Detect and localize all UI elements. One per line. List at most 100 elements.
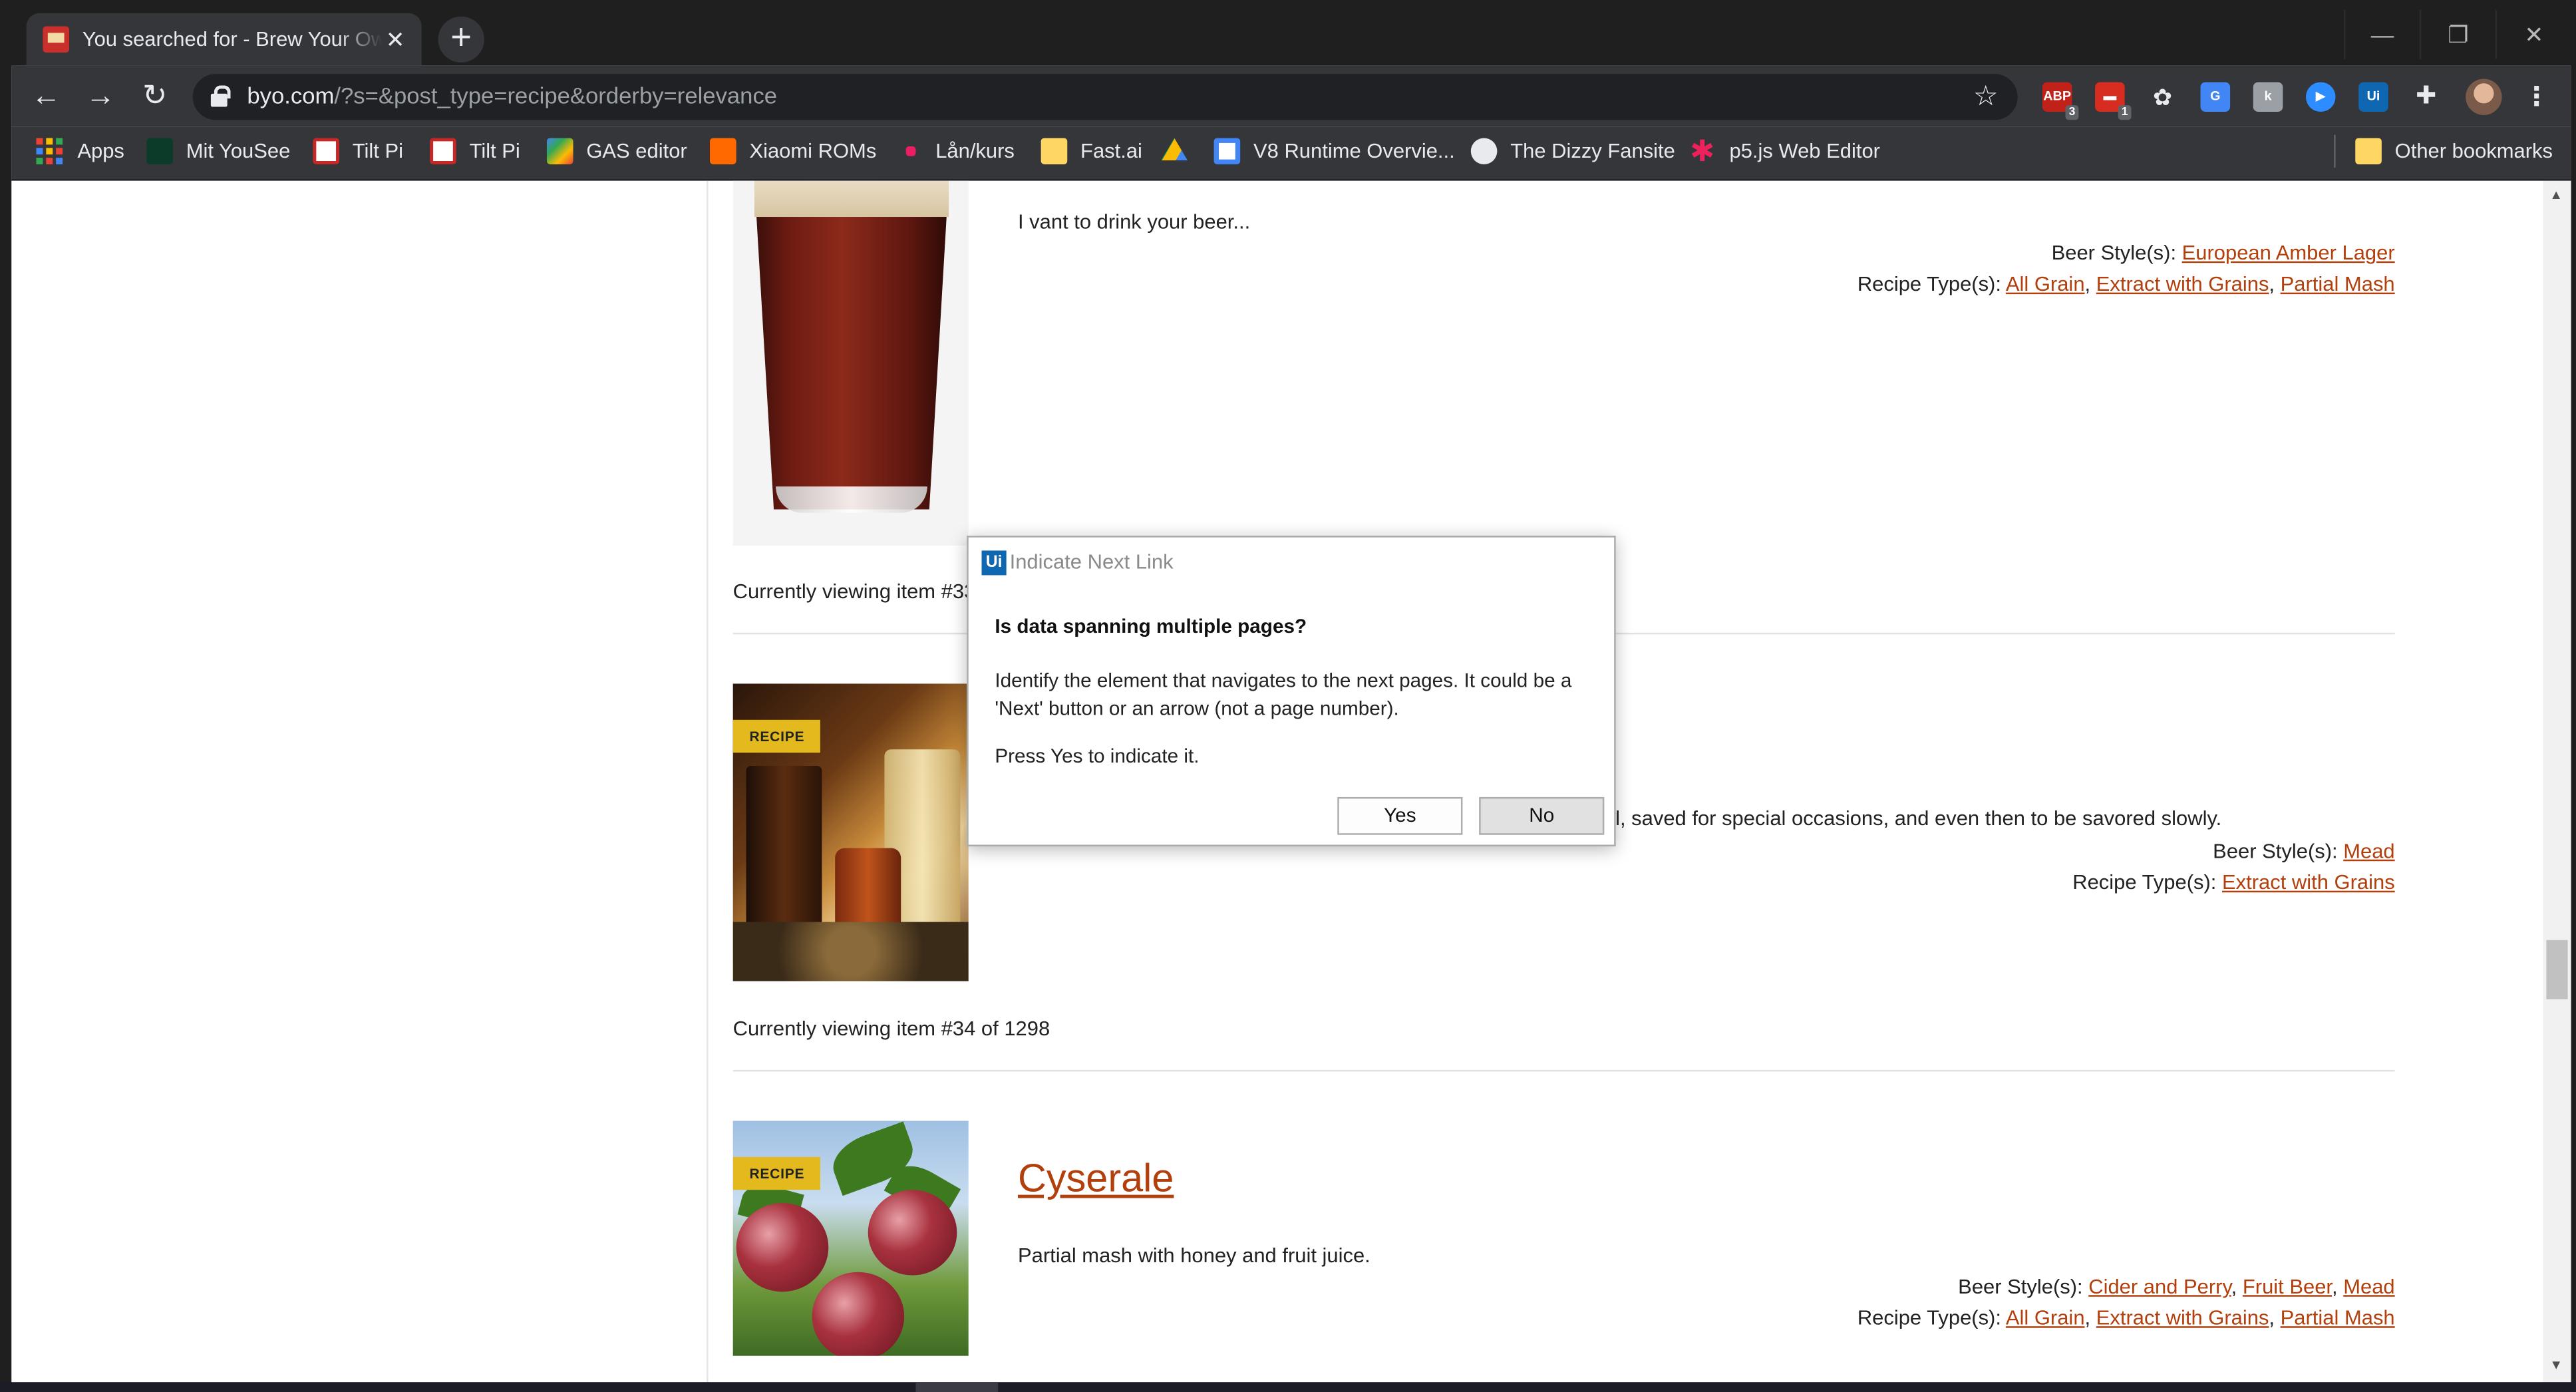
uipath-label: Ui — [2366, 88, 2380, 104]
apple — [812, 1272, 905, 1356]
bookmark-star-icon[interactable]: ☆ — [1973, 81, 1999, 113]
minimize-button[interactable]: — — [2343, 9, 2420, 59]
beer-style-link[interactable]: Mead — [2343, 1276, 2394, 1299]
recipe-badge: RECIPE — [732, 1156, 822, 1190]
page-scrollbar[interactable] — [2543, 180, 2571, 1383]
recipe-type-link[interactable]: Extract with Grains — [2096, 273, 2269, 296]
bookmark-gas-editor[interactable]: GAS editor — [546, 132, 687, 171]
scroll-up-arrow-icon[interactable]: ▲ — [2549, 188, 2563, 202]
apps-grid-icon — [36, 138, 63, 164]
glass-base — [776, 486, 927, 513]
uipath-extension-icon[interactable]: Ui — [2358, 82, 2388, 112]
beer-glass-image — [754, 180, 949, 510]
bookmark-google-drive[interactable] — [1161, 132, 1200, 171]
beer-style-link[interactable]: European Amber Lager — [2182, 242, 2395, 265]
openai-extension-icon[interactable]: ✿ — [2148, 82, 2177, 111]
beer-style-label: Beer Style(s): — [1958, 1275, 2089, 1299]
adblock-badge: 3 — [2065, 105, 2079, 120]
bookmark-apps[interactable]: Apps — [36, 132, 124, 171]
dialog-prompt: Press Yes to indicate it. — [995, 744, 1200, 768]
close-window-button[interactable]: ✕ — [2495, 9, 2571, 59]
pink-square-icon — [905, 146, 916, 156]
adblock-label: ABP — [2043, 88, 2072, 104]
dialog-question: Is data spanning multiple pages? — [995, 614, 1307, 638]
extension-icon[interactable]: k — [2253, 82, 2283, 112]
lock-icon[interactable] — [210, 85, 231, 107]
bookmark-tilt-pi-2[interactable]: Tilt Pi — [430, 132, 520, 171]
desktop-edge-right — [2571, 0, 2576, 1392]
windows-taskbar — [0, 1382, 2576, 1392]
todo-badge: 1 — [2118, 105, 2132, 120]
beer-style-row: Beer Style(s): European Amber Lager — [2052, 242, 2395, 265]
scrollbar-thumb[interactable] — [2546, 940, 2568, 999]
desktop-edge-left — [0, 0, 12, 1392]
recipe-type-row: Recipe Type(s): Extract with Grains — [2072, 871, 2394, 894]
url-host: byo.com — [247, 82, 335, 109]
globe-icon — [1470, 138, 1498, 164]
bookmark-dizzy-fansite[interactable]: The Dizzy Fansite — [1470, 132, 1675, 171]
recipe-excerpt: ll, saved for special occasions, and eve… — [1611, 806, 2222, 830]
tab-close-icon[interactable]: ✕ — [382, 25, 408, 53]
restore-button[interactable]: ❐ — [2419, 9, 2496, 59]
no-button[interactable]: No — [1479, 796, 1605, 835]
bookmark-xiaomi-roms[interactable]: Xiaomi ROMs — [710, 132, 876, 171]
indicate-next-link-dialog: Ui Indicate Next Link Is data spanning m… — [967, 536, 1616, 846]
recipe-type-label: Recipe Type(s): — [2072, 871, 2222, 894]
bookmark-fast-ai[interactable]: Fast.ai — [1041, 132, 1142, 171]
todo-extension-icon[interactable]: ▬ 1 — [2095, 82, 2132, 120]
scroll-down-arrow-icon[interactable]: ▼ — [2549, 1357, 2563, 1372]
taskbar-item[interactable] — [915, 1382, 999, 1392]
recipe-type-label: Recipe Type(s): — [1857, 1306, 2006, 1330]
recipe-type-link[interactable]: All Grain — [2006, 1307, 2085, 1330]
beer-style-label: Beer Style(s): — [2051, 242, 2182, 265]
bookmark-label: Apps — [77, 139, 124, 163]
browser-tab-active[interactable]: You searched for - Brew Your Own ✕ — [26, 13, 422, 66]
grain-pile — [732, 922, 969, 981]
recipe-type-link[interactable]: Partial Mash — [2281, 1307, 2395, 1330]
recipe-thumbnail-beer[interactable] — [732, 180, 969, 546]
recipe-type-link[interactable]: Extract with Grains — [2222, 871, 2395, 894]
bookmark-label: Tilt Pi — [469, 139, 520, 163]
beer-style-row: Beer Style(s): Mead — [2213, 840, 2394, 863]
google-translate-icon[interactable]: G — [2200, 82, 2231, 112]
zoom-extension-icon[interactable]: ▶ — [2305, 82, 2336, 112]
bookmark-label: p5.js Web Editor — [1729, 139, 1880, 163]
beer-style-link[interactable]: Mead — [2343, 840, 2394, 863]
yes-button[interactable]: Yes — [1337, 796, 1463, 835]
back-arrow-icon[interactable]: ← — [23, 73, 69, 118]
recipe-title-link[interactable]: Cyserale — [1018, 1157, 1174, 1203]
apple — [868, 1190, 957, 1276]
recipe-thumbnail-apples[interactable]: RECIPE — [732, 1121, 969, 1356]
menu-kebab-icon[interactable]: ⋮ — [2523, 81, 2550, 113]
recipe-thumbnail-mead[interactable]: RECIPE — [732, 683, 969, 981]
recipe-type-link[interactable]: All Grain — [2006, 273, 2085, 296]
beer-style-link[interactable]: Cider and Perry — [2088, 1276, 2231, 1299]
recipe-excerpt: Partial mash with honey and fruit juice. — [1017, 1244, 1370, 1268]
recipe-type-link[interactable]: Partial Mash — [2281, 273, 2395, 296]
adblock-plus-icon[interactable]: ABP 3 — [2042, 82, 2079, 120]
apps-script-icon — [1213, 138, 1241, 164]
bookmark-p5js[interactable]: ✱ p5.js Web Editor — [1690, 132, 1880, 171]
bookmark-tilt-pi-1[interactable]: Tilt Pi — [313, 132, 403, 171]
beer-style-link[interactable]: Fruit Beer — [2243, 1276, 2332, 1299]
new-tab-button[interactable]: + — [438, 16, 484, 63]
reload-icon[interactable]: ↻ — [132, 73, 178, 118]
bookmark-other[interactable]: Other bookmarks — [2355, 132, 2553, 171]
bookmark-label: Other bookmarks — [2394, 139, 2553, 163]
bookmark-label: Mit YouSee — [186, 139, 291, 163]
forward-arrow-icon[interactable]: → — [77, 73, 123, 118]
bookmark-v8-runtime[interactable]: V8 Runtime Overvie... — [1213, 132, 1455, 171]
address-bar-url[interactable]: byo.com/?s=&post_type=recipe&orderby=rel… — [247, 82, 777, 108]
bookmark-mit-yousee[interactable]: Mit YouSee — [146, 132, 290, 171]
sidebar-divider — [707, 180, 709, 1383]
dialog-title: Indicate Next Link — [1009, 550, 1174, 574]
folder-icon — [2355, 138, 2382, 164]
bookmark-label: GAS editor — [586, 139, 687, 163]
dark-glass — [746, 765, 822, 947]
recipe-badge: RECIPE — [732, 719, 822, 753]
bookmarks-separator — [2334, 134, 2336, 168]
recipe-type-link[interactable]: Extract with Grains — [2096, 1307, 2269, 1330]
extensions-puzzle-icon[interactable]: ✚ — [2411, 82, 2441, 111]
profile-avatar[interactable] — [2466, 79, 2502, 115]
bookmark-lan-kurs[interactable]: Lån/kurs — [905, 132, 1015, 171]
